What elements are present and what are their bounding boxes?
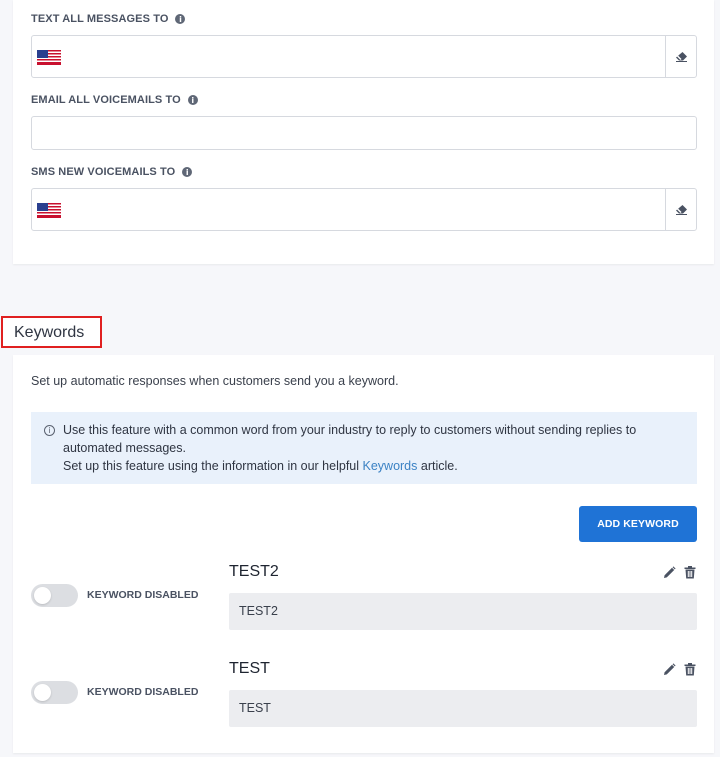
keyword-actions [663, 566, 696, 579]
keywords-description: Set up automatic responses when customer… [31, 374, 399, 388]
keywords-article-link[interactable]: Keywords [363, 459, 418, 473]
keyword-name: TEST [229, 660, 270, 677]
text-all-messages-field[interactable] [31, 35, 697, 78]
keyword-response-text: TEST [239, 701, 271, 715]
keywords-info-box: i Use this feature with a common word fr… [31, 412, 697, 484]
sms-voicemails-field[interactable] [31, 188, 697, 231]
keyword-status-label: KEYWORD DISABLED [87, 686, 199, 698]
eraser-icon [675, 205, 687, 215]
toggle-knob [34, 587, 51, 604]
clear-sms-voicemails-button[interactable] [665, 189, 696, 230]
keyword-response-text: TEST2 [239, 604, 278, 618]
email-voicemails-label: EMAIL ALL VOICEMAILS TO i [31, 94, 198, 106]
keyword-status-label: KEYWORD DISABLED [87, 589, 199, 601]
keyword-response[interactable]: TEST [229, 690, 697, 727]
info-icon[interactable]: i [187, 95, 198, 105]
keyword-actions [663, 663, 696, 676]
pencil-icon[interactable] [663, 566, 676, 579]
keywords-section-title-box: Keywords [1, 316, 102, 348]
add-keyword-button[interactable]: ADD KEYWORD [579, 506, 697, 542]
info-text-line-3: Set up this feature using the informatio… [63, 459, 458, 473]
sms-voicemails-label: SMS NEW VOICEMAILS TO i [31, 166, 193, 178]
keyword-response[interactable]: TEST2 [229, 593, 697, 630]
keywords-section-title: Keywords [14, 324, 85, 341]
info-icon[interactable]: i [175, 14, 186, 24]
info-icon: i [44, 425, 55, 436]
trash-icon[interactable] [684, 663, 696, 676]
trash-icon[interactable] [684, 566, 696, 579]
info-text-line-1: Use this feature with a common word from… [63, 423, 637, 437]
sms-voicemails-input[interactable] [32, 189, 665, 230]
keyword-name: TEST2 [229, 563, 279, 580]
keyword-toggle[interactable] [31, 584, 78, 607]
email-voicemails-input[interactable] [31, 116, 697, 150]
us-flag-icon[interactable] [37, 203, 61, 218]
us-flag-icon[interactable] [37, 50, 61, 65]
eraser-icon [675, 52, 687, 62]
keyword-toggle[interactable] [31, 681, 78, 704]
text-all-messages-input[interactable] [32, 36, 665, 77]
text-all-messages-label: TEXT ALL MESSAGES TO i [31, 13, 186, 25]
info-text-line-2: automated messages. [63, 441, 186, 455]
clear-text-messages-button[interactable] [665, 36, 696, 77]
info-icon[interactable]: i [182, 167, 193, 177]
toggle-knob [34, 684, 51, 701]
pencil-icon[interactable] [663, 663, 676, 676]
